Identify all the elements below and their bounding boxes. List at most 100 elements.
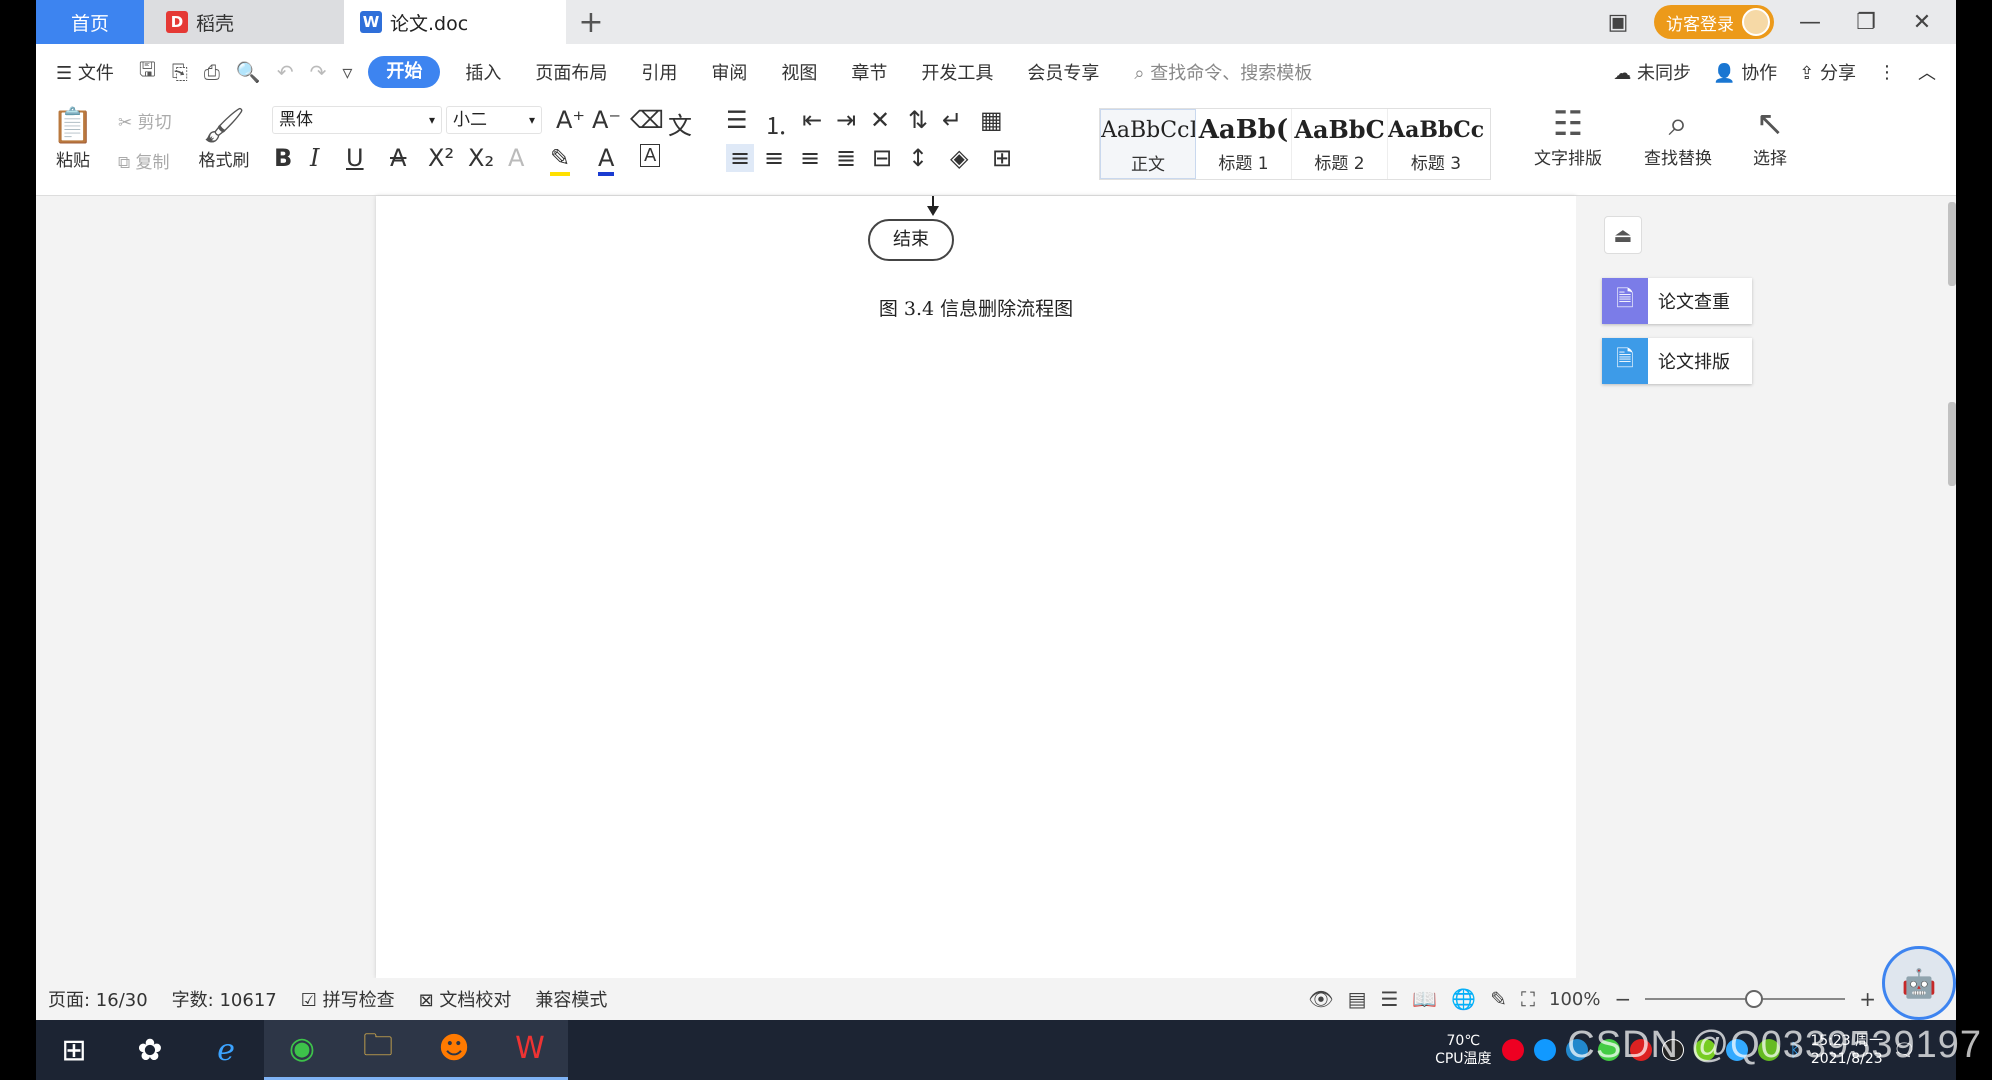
- decrease-indent-icon[interactable]: ⇤: [802, 106, 822, 134]
- menu-tab-references[interactable]: 引用: [624, 59, 694, 85]
- menu-tab-page-layout[interactable]: 页面布局: [518, 59, 624, 85]
- char-border-icon[interactable]: A: [640, 144, 661, 167]
- strikethrough-icon[interactable]: A: [390, 144, 406, 172]
- page-view-icon[interactable]: ▤: [1348, 987, 1367, 1011]
- style-heading-2[interactable]: AaBbC 标题 2: [1292, 109, 1388, 179]
- distribute-icon[interactable]: ⊟: [872, 144, 892, 172]
- menu-tab-start[interactable]: 开始: [368, 56, 441, 88]
- more-icon[interactable]: ⋮: [1878, 62, 1896, 83]
- underline-icon[interactable]: U: [346, 144, 364, 172]
- line-spacing-icon[interactable]: ↕: [908, 144, 928, 172]
- cut-button[interactable]: ✂ 剪切: [118, 108, 172, 133]
- spell-check-button[interactable]: ☑ 拼写检查: [289, 986, 407, 1012]
- tab-daoke[interactable]: D 稻壳: [144, 0, 344, 44]
- share-button[interactable]: ⇪ 分享: [1799, 59, 1856, 85]
- page-indicator[interactable]: 页面: 16/30: [36, 986, 160, 1012]
- app-icon[interactable]: ✿: [112, 1020, 188, 1080]
- file-explorer-icon[interactable]: 🗀: [340, 1020, 416, 1080]
- paper-format-button[interactable]: 🗎 论文排版: [1602, 338, 1752, 384]
- eye-icon[interactable]: 👁: [1308, 987, 1333, 1011]
- align-left-icon[interactable]: ≡: [726, 144, 755, 172]
- find-replace-button[interactable]: ⌕ 查找替换: [1636, 104, 1720, 169]
- collapse-panel-icon[interactable]: ⏏: [1604, 216, 1642, 254]
- style-heading-3[interactable]: AaBbCcl 标题 3: [1388, 109, 1484, 179]
- ie-browser-icon[interactable]: ℯ: [188, 1020, 264, 1080]
- italic-icon[interactable]: I: [310, 144, 319, 172]
- table-tool-icon[interactable]: ▦: [980, 106, 1003, 134]
- numbered-list-icon[interactable]: ⒈: [764, 106, 788, 141]
- phonetic-icon[interactable]: 文: [668, 106, 692, 141]
- superscript-icon[interactable]: X²: [428, 144, 454, 172]
- font-color-icon[interactable]: A: [598, 144, 615, 176]
- zoom-level[interactable]: 100%: [1549, 989, 1600, 1010]
- style-normal[interactable]: AaBbCcI 正文: [1100, 109, 1196, 179]
- zoom-in-icon[interactable]: +: [1859, 987, 1876, 1011]
- proofread-button[interactable]: ⊠ 文档校对: [407, 986, 524, 1012]
- shading-icon[interactable]: ◈: [950, 144, 968, 172]
- menu-tab-review[interactable]: 审阅: [694, 59, 764, 85]
- justify-icon[interactable]: ≣: [836, 144, 856, 172]
- eraser-icon[interactable]: ⌫: [630, 106, 664, 134]
- sort-icon[interactable]: ⇅: [908, 106, 928, 134]
- font-family-select[interactable]: 黑体 ▾: [272, 106, 442, 134]
- fit-page-icon[interactable]: ⛶: [1521, 987, 1535, 1011]
- text-effect-icon[interactable]: A: [508, 144, 524, 172]
- font-size-select[interactable]: 小二 ▾: [446, 106, 542, 134]
- vertical-scrollbar[interactable]: [1948, 196, 1956, 978]
- bold-icon[interactable]: B: [274, 144, 292, 172]
- format-painter-button[interactable]: 🖌 格式刷: [194, 106, 254, 171]
- subscript-icon[interactable]: X₂: [468, 144, 494, 172]
- layout-icon[interactable]: ▣: [1598, 10, 1638, 35]
- style-heading-1[interactable]: AaBb(标题 1: [1196, 109, 1292, 179]
- borders-icon[interactable]: ⊞: [992, 144, 1012, 172]
- paste-button[interactable]: 📋 粘贴: [48, 106, 98, 171]
- wps-taskbar-icon[interactable]: W: [492, 1020, 568, 1080]
- tray-app-icon[interactable]: [1501, 1039, 1524, 1061]
- visitor-login-button[interactable]: 访客登录: [1654, 5, 1774, 39]
- sync-button[interactable]: ☁ 未同步: [1613, 59, 1691, 85]
- new-tab-button[interactable]: +: [566, 0, 616, 44]
- decrease-font-icon[interactable]: A⁻: [592, 106, 621, 134]
- windows-start-icon[interactable]: ⊞: [36, 1020, 112, 1080]
- zoom-slider[interactable]: [1645, 990, 1846, 1008]
- chinese-layout-icon[interactable]: ✕: [870, 106, 890, 134]
- menu-tab-insert[interactable]: 插入: [448, 59, 518, 85]
- print-preview-icon[interactable]: 🔍: [228, 60, 269, 84]
- word-count[interactable]: 字数: 10617: [160, 986, 289, 1012]
- menu-tab-chapter[interactable]: 章节: [834, 59, 904, 85]
- zoom-out-icon[interactable]: −: [1614, 987, 1631, 1011]
- redo-icon[interactable]: ↷: [302, 60, 335, 84]
- bullet-list-icon[interactable]: ☰: [726, 106, 748, 134]
- scroll-thumb[interactable]: [1948, 402, 1956, 486]
- highlight-icon[interactable]: ✎: [550, 144, 571, 176]
- reading-view-icon[interactable]: 📖: [1412, 987, 1437, 1011]
- tray-app-icon[interactable]: [1533, 1039, 1556, 1061]
- menu-tab-member[interactable]: 会员专享: [1010, 59, 1116, 85]
- pen-icon[interactable]: ✎: [1490, 987, 1507, 1011]
- align-right-icon[interactable]: ≡: [800, 144, 820, 172]
- export-icon[interactable]: ⎘: [164, 60, 196, 84]
- menu-tab-view[interactable]: 视图: [764, 59, 834, 85]
- save-icon[interactable]: 🖫: [131, 55, 164, 89]
- tab-home[interactable]: 首页: [36, 0, 144, 44]
- menu-tab-developer[interactable]: 开发工具: [904, 59, 1010, 85]
- web-view-icon[interactable]: 🌐: [1451, 987, 1476, 1011]
- tab-document[interactable]: W 论文.doc: [344, 0, 566, 44]
- paragraph-mark-icon[interactable]: ↵: [942, 106, 962, 134]
- copy-button[interactable]: ⧉ 复制: [118, 148, 170, 173]
- more-quick-access-icon[interactable]: ▿: [334, 60, 360, 84]
- paper-check-button[interactable]: 🗎 论文查重: [1602, 278, 1752, 324]
- browser-icon[interactable]: ◉: [264, 1020, 340, 1080]
- command-search[interactable]: ⌕ 查找命令、搜索模板: [1134, 59, 1312, 85]
- print-icon[interactable]: ⎙: [196, 60, 228, 84]
- increase-indent-icon[interactable]: ⇥: [836, 106, 856, 134]
- increase-font-icon[interactable]: A⁺: [556, 106, 585, 134]
- minimize-button[interactable]: —: [1790, 10, 1830, 35]
- app-mascot-icon[interactable]: ☻: [416, 1020, 492, 1080]
- document-page[interactable]: 结束 图 3.4 信息删除流程图: [376, 196, 1576, 978]
- collaborate-button[interactable]: 👤 协作: [1713, 59, 1777, 85]
- zoom-slider-knob[interactable]: [1745, 990, 1764, 1008]
- close-button[interactable]: ✕: [1902, 10, 1942, 35]
- undo-icon[interactable]: ↶: [269, 60, 302, 84]
- file-menu[interactable]: ☰ 文件: [36, 59, 131, 85]
